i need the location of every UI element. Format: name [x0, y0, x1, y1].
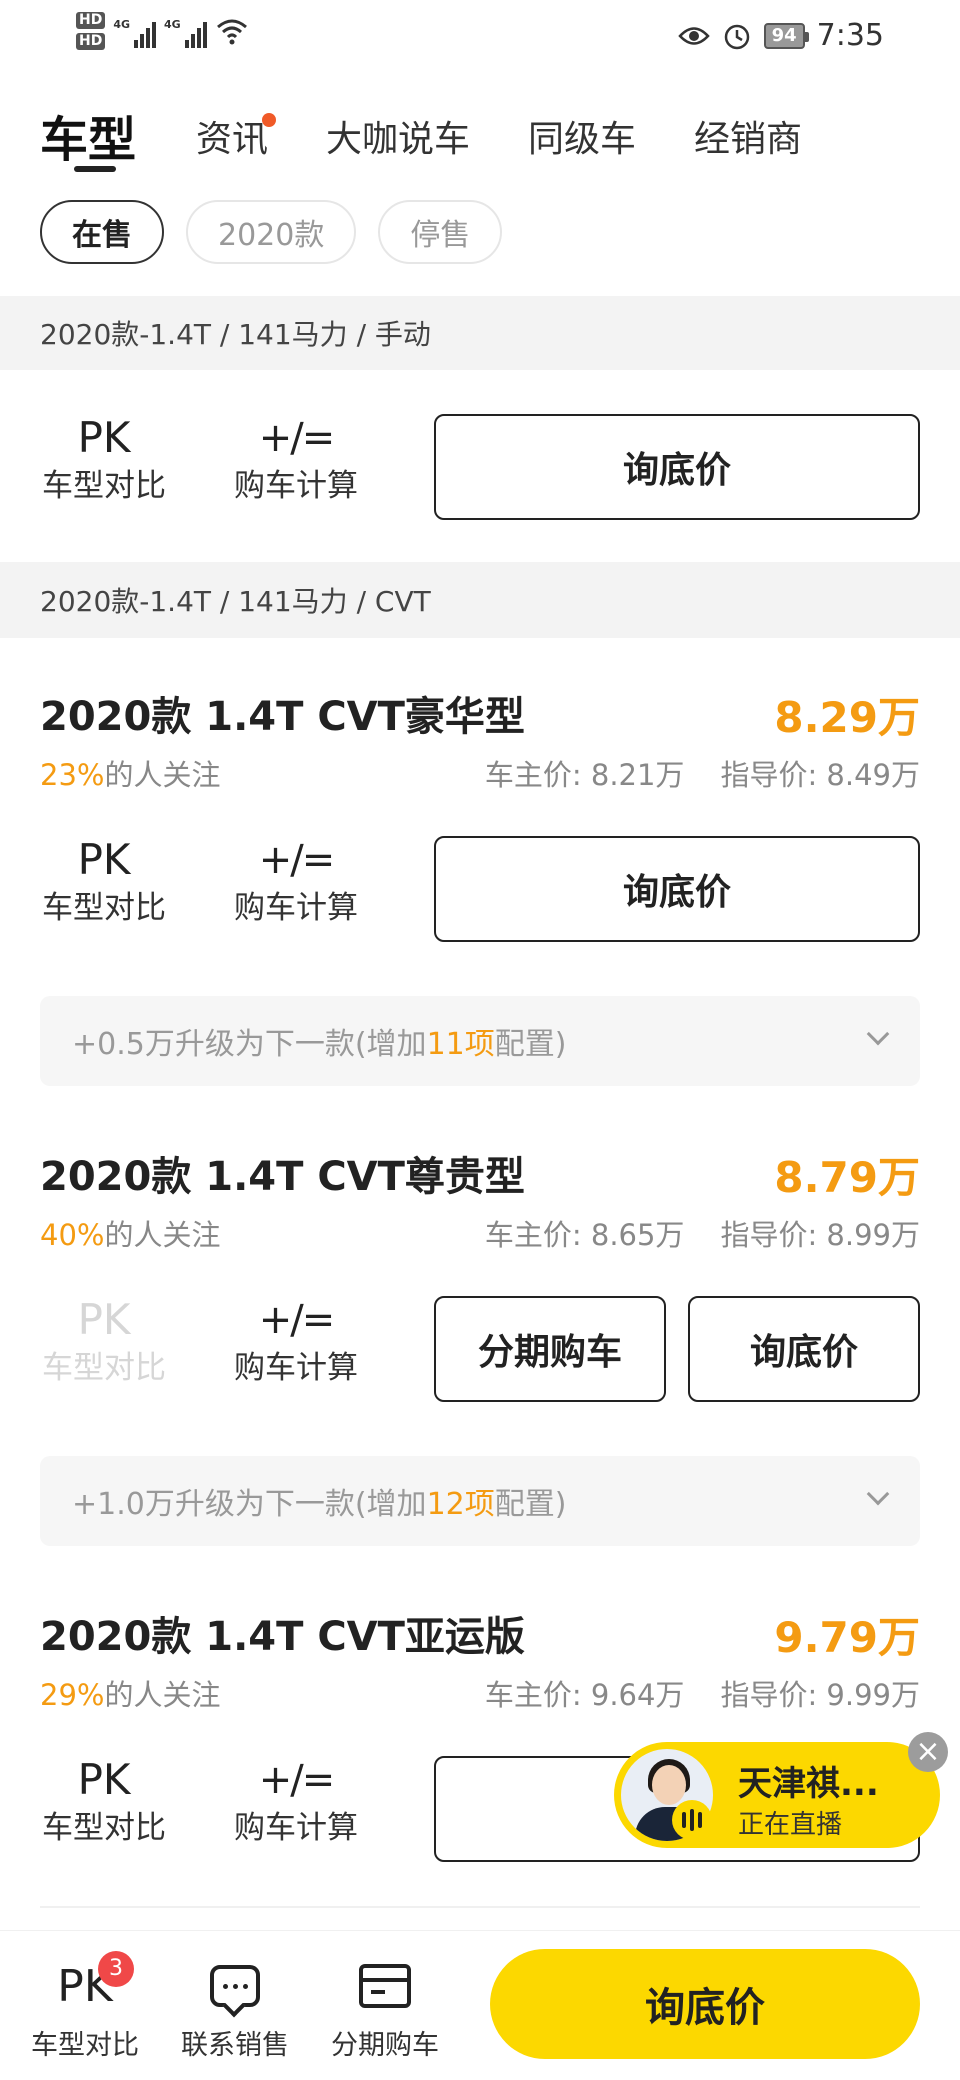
calculator-icon: +∕= — [258, 837, 336, 883]
calculator-label: 购车计算 — [234, 468, 358, 504]
status-bar: HD HD 4G 4G 94 7:35 — [0, 0, 960, 72]
model-title[interactable]: 2020款 1.4T CVT豪华型 — [40, 684, 525, 742]
attention-rate: 29%的人关注 — [40, 1678, 221, 1712]
alarm-icon — [724, 24, 749, 49]
tab-expert-reviews[interactable]: 大咖说车 — [326, 110, 470, 162]
signal-indicators: HD HD 4G 4G — [76, 12, 249, 50]
compare-label: 车型对比 — [42, 468, 166, 504]
battery-icon: 94 — [763, 22, 809, 49]
installment-button[interactable]: 分期购车 — [434, 1296, 666, 1402]
hd-icon: HD — [76, 33, 106, 50]
action-row: PK 车型对比 +∕= 购车计算 分期购车 询底价 — [0, 1292, 960, 1402]
attention-rate: 40%的人关注 — [40, 1218, 221, 1252]
compare-label: 车型对比 — [31, 2030, 139, 2061]
calculator-icon: +∕= — [258, 1297, 336, 1343]
filter-2020[interactable]: 2020款 — [186, 200, 357, 264]
divider — [40, 1906, 920, 1908]
group-header: 2020款-1.4T / 141马力 / 手动 — [0, 296, 960, 370]
chevron-down-icon — [866, 1482, 890, 1506]
guide-price: 指导价: 8.49万 — [720, 758, 920, 792]
signal-icon: 4G — [113, 14, 157, 48]
top-tabs: 车型 资讯 大咖说车 同级车 经销商 — [0, 96, 960, 176]
owner-price: 车主价: 8.65万 — [484, 1218, 685, 1252]
reference-prices: 车主价: 9.64万 指导价: 9.99万 — [485, 1672, 920, 1714]
tab-competitors[interactable]: 同级车 — [528, 110, 636, 162]
signal-icon: 4G — [164, 14, 207, 48]
calculator-action[interactable]: +∕= 购车计算 — [216, 410, 376, 520]
system-indicators: 94 7:35 — [677, 18, 884, 53]
calculator-icon: +∕= — [258, 1757, 336, 1803]
compare-label: 车型对比 — [42, 1810, 166, 1846]
contact-sales-button[interactable]: 联系销售 — [160, 1955, 310, 2062]
model-title[interactable]: 2020款 1.4T CVT亚运版 — [40, 1604, 525, 1662]
contact-label: 联系销售 — [181, 2030, 289, 2061]
pk-icon: PK — [57, 1960, 113, 2012]
pk-icon: PK — [77, 835, 131, 884]
installment-purchase-button[interactable]: 分期购车 — [310, 1955, 460, 2062]
active-tab-indicator — [74, 166, 116, 172]
calculator-label: 购车计算 — [234, 890, 358, 926]
inquire-price-cta[interactable]: 询底价 — [490, 1949, 920, 2059]
tab-news[interactable]: 资讯 — [196, 110, 268, 162]
owner-price: 车主价: 8.21万 — [484, 758, 685, 792]
owner-price: 车主价: 9.64万 — [484, 1678, 685, 1712]
action-row: PK 车型对比 +∕= 购车计算 询底价 — [0, 410, 960, 520]
compare-cart-button[interactable]: PK 3 车型对比 — [10, 1951, 160, 2062]
calculator-label: 购车计算 — [234, 1810, 358, 1846]
action-row: PK 车型对比 +∕= 购车计算 询底价 — [0, 832, 960, 942]
attention-rate: 23%的人关注 — [40, 758, 221, 792]
clock: 7:35 — [816, 18, 884, 53]
filter-discontinued[interactable]: 停售 — [378, 200, 503, 264]
bottom-bar: PK 3 车型对比 联系销售 分期购车 询底价 — [0, 1930, 960, 2080]
wifi-icon — [216, 19, 247, 45]
chevron-down-icon — [866, 1022, 890, 1046]
pk-icon: PK — [77, 1755, 131, 1804]
calculator-action[interactable]: +∕= 购车计算 — [216, 832, 376, 942]
compare-action[interactable]: PK 车型对比 — [24, 1752, 184, 1862]
tab-dealers[interactable]: 经销商 — [694, 110, 802, 162]
compare-count-badge: 3 — [98, 1951, 134, 1987]
tab-models[interactable]: 车型 — [40, 100, 136, 170]
model-price: 9.79万 — [774, 1613, 920, 1662]
hd-badges: HD HD — [76, 12, 106, 50]
hd-icon: HD — [76, 12, 106, 29]
filter-on-sale[interactable]: 在售 — [40, 200, 164, 264]
live-audio-icon — [672, 1800, 712, 1840]
compare-label: 车型对比 — [42, 1350, 166, 1386]
pk-icon: PK — [77, 413, 131, 462]
compare-action[interactable]: PK 车型对比 — [24, 410, 184, 520]
compare-label: 车型对比 — [42, 890, 166, 926]
calculator-label: 购车计算 — [234, 1350, 358, 1386]
chat-icon — [210, 1965, 260, 2007]
live-streamer-name: 天津祺... — [738, 1764, 879, 1804]
live-stream-popup[interactable]: 天津祺... 正在直播 — [614, 1742, 940, 1848]
pk-icon: PK — [77, 1295, 131, 1344]
group-header: 2020款-1.4T / 141马力 / CVT — [0, 562, 960, 638]
reference-prices: 车主价: 8.21万 指导价: 8.49万 — [485, 752, 920, 794]
eye-icon — [677, 26, 710, 45]
calculator-action[interactable]: +∕= 购车计算 — [216, 1292, 376, 1402]
installment-label: 分期购车 — [331, 2030, 439, 2061]
inquire-price-button[interactable]: 询底价 — [434, 414, 920, 520]
model-price: 8.79万 — [774, 1153, 920, 1202]
unread-dot — [262, 113, 276, 127]
upgrade-banner[interactable]: +1.0万升级为下一款(增加 12项 配置) — [40, 1456, 920, 1546]
compare-action-disabled: PK 车型对比 — [24, 1292, 184, 1402]
card-icon — [359, 1964, 411, 2008]
calculator-action[interactable]: +∕= 购车计算 — [216, 1752, 376, 1862]
model-price: 8.29万 — [774, 693, 920, 742]
guide-price: 指导价: 9.99万 — [720, 1678, 920, 1712]
guide-price: 指导价: 8.99万 — [720, 1218, 920, 1252]
compare-action[interactable]: PK 车型对比 — [24, 832, 184, 942]
live-status: 正在直播 — [738, 1810, 843, 1840]
upgrade-banner[interactable]: +0.5万升级为下一款(增加 11项 配置) — [40, 996, 920, 1086]
inquire-price-button[interactable]: 询底价 — [688, 1296, 920, 1402]
close-icon[interactable]: × — [908, 1732, 948, 1772]
model-title[interactable]: 2020款 1.4T CVT尊贵型 — [40, 1144, 525, 1202]
inquire-price-button[interactable]: 询底价 — [434, 836, 920, 942]
reference-prices: 车主价: 8.65万 指导价: 8.99万 — [485, 1212, 920, 1254]
calculator-icon: +∕= — [258, 415, 336, 461]
sale-status-filter: 在售 2020款 停售 — [40, 200, 503, 264]
